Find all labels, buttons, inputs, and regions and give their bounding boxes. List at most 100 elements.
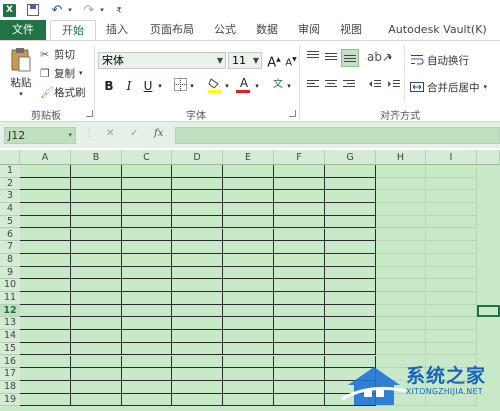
cell[interactable]: [274, 380, 325, 394]
cell[interactable]: [223, 266, 274, 280]
cell[interactable]: [20, 279, 71, 292]
cell[interactable]: [325, 203, 376, 216]
row-header[interactable]: 14: [0, 330, 20, 343]
orientation-button[interactable]: ab↗: [367, 49, 392, 65]
merge-center-button[interactable]: 合并后居中 ▾: [410, 78, 487, 96]
cell[interactable]: [20, 330, 71, 343]
redo-icon[interactable]: ↷: [82, 2, 96, 18]
cell[interactable]: [274, 292, 325, 305]
cell[interactable]: [122, 228, 172, 242]
font-size-select[interactable]: 11 ▼: [228, 52, 262, 69]
column-header[interactable]: G: [325, 150, 376, 165]
cell[interactable]: [376, 317, 426, 331]
column-header[interactable]: D: [172, 150, 223, 165]
fill-color-dropdown-icon[interactable]: ▾: [223, 78, 231, 94]
cell[interactable]: [426, 215, 477, 229]
cell[interactable]: [274, 266, 325, 280]
cell[interactable]: [172, 380, 223, 394]
cell[interactable]: [20, 342, 71, 356]
cell[interactable]: [325, 177, 376, 191]
cell[interactable]: [20, 355, 71, 369]
cell[interactable]: [20, 393, 71, 407]
cell[interactable]: [223, 190, 274, 204]
column-header[interactable]: H: [376, 150, 426, 165]
undo-dropdown-icon[interactable]: ▾: [66, 2, 74, 18]
wrap-text-button[interactable]: 自动换行: [410, 51, 469, 69]
cell[interactable]: [325, 342, 376, 356]
clipboard-launcher-icon[interactable]: [86, 110, 93, 117]
cell[interactable]: [20, 266, 71, 280]
row-header[interactable]: 5: [0, 215, 20, 229]
align-right-button[interactable]: [341, 78, 357, 94]
cell[interactable]: [223, 317, 274, 331]
cell[interactable]: [426, 165, 477, 178]
format-painter-button[interactable]: 🖌 格式刷: [40, 84, 86, 100]
cell[interactable]: [274, 368, 325, 381]
cell[interactable]: [71, 368, 122, 381]
row-header[interactable]: 1: [0, 165, 20, 178]
cell[interactable]: [20, 317, 71, 331]
cell[interactable]: [20, 241, 71, 254]
cell[interactable]: [376, 190, 426, 204]
middle-align-button[interactable]: [323, 50, 339, 66]
cell[interactable]: [223, 292, 274, 305]
row-header[interactable]: 16: [0, 355, 20, 369]
bold-button[interactable]: B: [101, 78, 117, 94]
cell[interactable]: [20, 215, 71, 229]
cell[interactable]: [426, 253, 477, 267]
row-header[interactable]: 4: [0, 203, 20, 216]
cell[interactable]: [325, 215, 376, 229]
cell[interactable]: [122, 330, 172, 343]
column-header[interactable]: F: [274, 150, 325, 165]
font-launcher-icon[interactable]: [289, 110, 296, 117]
cell[interactable]: [71, 177, 122, 191]
cell[interactable]: [20, 228, 71, 242]
cell[interactable]: [122, 266, 172, 280]
top-align-button[interactable]: [305, 50, 321, 66]
cell[interactable]: [122, 253, 172, 267]
cell[interactable]: [426, 342, 477, 356]
cell[interactable]: [71, 292, 122, 305]
row-header[interactable]: 10: [0, 279, 20, 292]
row-header[interactable]: 13: [0, 317, 20, 331]
increase-font-size-button[interactable]: A▲: [266, 52, 282, 70]
cell[interactable]: [274, 330, 325, 343]
cell[interactable]: [71, 190, 122, 204]
fill-color-button[interactable]: [207, 77, 223, 93]
cell[interactable]: [20, 304, 71, 318]
select-all-corner[interactable]: [0, 150, 20, 165]
underline-dropdown-icon[interactable]: ▾: [156, 78, 164, 94]
cell[interactable]: [71, 228, 122, 242]
borders-dropdown-icon[interactable]: ▾: [188, 78, 196, 94]
tab-formulas[interactable]: 公式: [206, 20, 244, 40]
column-header[interactable]: [477, 150, 500, 165]
cell[interactable]: [376, 330, 426, 343]
cell[interactable]: [71, 279, 122, 292]
cell[interactable]: [376, 177, 426, 191]
cell[interactable]: [223, 380, 274, 394]
cell[interactable]: [172, 190, 223, 204]
cell[interactable]: [122, 317, 172, 331]
cell[interactable]: [376, 253, 426, 267]
cell[interactable]: [172, 393, 223, 407]
cell[interactable]: [223, 304, 274, 318]
cell[interactable]: [223, 165, 274, 178]
cell[interactable]: [426, 330, 477, 343]
cell[interactable]: [172, 165, 223, 178]
cell[interactable]: [274, 253, 325, 267]
cell[interactable]: [172, 330, 223, 343]
cell[interactable]: [20, 177, 71, 191]
cell[interactable]: [20, 165, 71, 178]
row-header[interactable]: 19: [0, 393, 20, 407]
cell[interactable]: [274, 203, 325, 216]
cell[interactable]: [20, 380, 71, 394]
cell[interactable]: [274, 215, 325, 229]
cell[interactable]: [172, 215, 223, 229]
font-color-button[interactable]: A: [236, 76, 252, 94]
borders-button[interactable]: [172, 78, 188, 94]
cell[interactable]: [122, 190, 172, 204]
tab-page-layout[interactable]: 页面布局: [140, 20, 204, 40]
cell[interactable]: [376, 215, 426, 229]
cell[interactable]: [122, 292, 172, 305]
row-header[interactable]: 12: [0, 304, 20, 318]
